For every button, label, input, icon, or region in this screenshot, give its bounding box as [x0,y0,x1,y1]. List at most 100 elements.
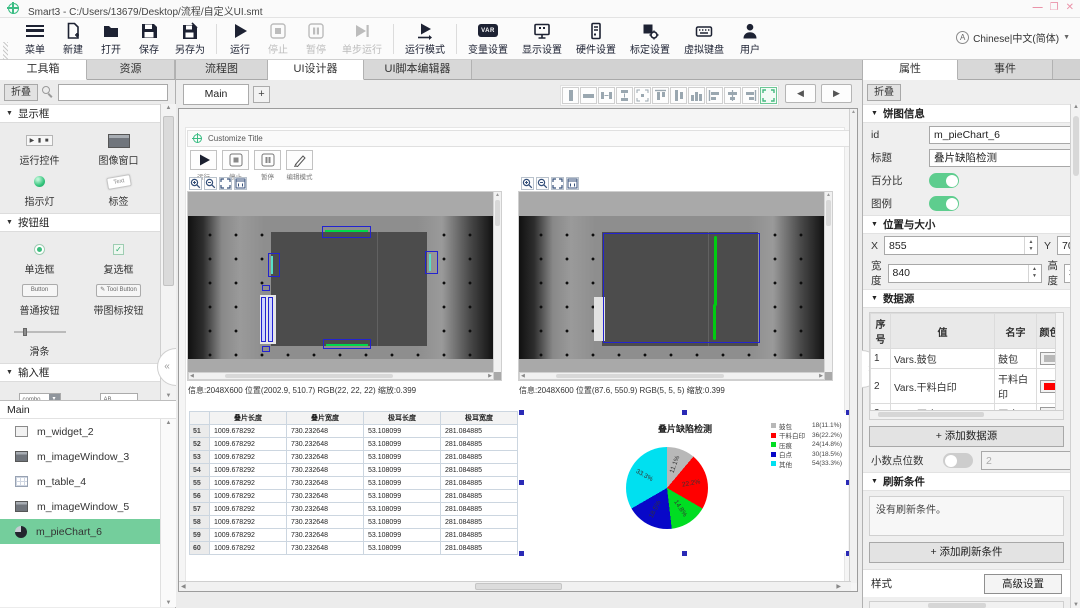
row-number-cell[interactable]: 58 [190,516,210,529]
column-header[interactable]: 极耳长度 [364,412,441,425]
tab-ui-designer[interactable]: UI设计器 [268,60,364,80]
tab-resources[interactable]: 资源 [87,60,175,79]
search-input[interactable] [58,84,168,101]
scroll-up-icon[interactable]: ▲ [161,420,176,426]
y-stepper[interactable]: ▲▼ [1057,236,1070,255]
ds-column-header[interactable]: 名字 [995,314,1037,349]
toolbar-button-open[interactable]: 打开 [92,21,130,56]
measurement-table-widget[interactable]: 叠片长度叠片宽度极耳长度极耳宽度 511009.678292730.232648… [189,411,518,555]
toolbar-button-var[interactable]: VAR变量设置 [461,21,515,56]
image-horizontal-scrollbar[interactable]: ◀▶ [188,372,494,380]
toolbar-button-keyboard[interactable]: 虚拟键盘 [677,21,731,56]
tree-item-m_imageWindow_5[interactable]: m_imageWindow_5 [0,494,160,519]
ds-column-header[interactable]: 值 [891,314,995,349]
image-window-right[interactable]: ▲ ◀▶ [518,191,833,381]
toolbar-button-menu[interactable]: 菜单 [16,21,54,56]
toolbar-button-calib[interactable]: 标定设置 [623,21,677,56]
toolbox-section-header[interactable]: ▼显示框 [0,104,160,123]
toolbox-item[interactable]: AB输入框 [79,392,158,400]
run-button[interactable] [190,150,217,170]
add-refresh-condition-button[interactable]: + 添加刷新条件 [869,542,1064,563]
tab-events[interactable]: 事件 [958,60,1053,79]
advanced-settings-button[interactable]: 高级设置 [984,574,1062,594]
decimal-stepper[interactable]: ▲▼ [981,451,1070,470]
add-page-button[interactable]: + [253,86,270,103]
tab-ui-script-editor[interactable]: UI脚本编辑器 [364,60,472,79]
scroll-down-icon[interactable]: ▼ [161,393,176,399]
panel-horizontal-scrollbar[interactable] [869,601,1064,608]
design-canvas[interactable]: Customize Title 运行停止暂停编辑模式 ▲ ◀▶ 信息:2048X… [178,108,858,592]
zoom-fit-button[interactable] [219,177,232,190]
section-pie-info[interactable]: ▼饼图信息 [863,104,1070,123]
align-button-align-top[interactable] [652,87,669,104]
toolbox-section-header[interactable]: ▼按钮组 [0,213,160,232]
align-button-space-vertical[interactable] [616,87,633,104]
row-number-cell[interactable]: 60 [190,542,210,555]
close-button[interactable]: ✕ [1066,2,1074,13]
row-number-cell[interactable]: 54 [190,464,210,477]
image-horizontal-scrollbar[interactable]: ◀▶ [519,372,825,380]
datasource-horizontal-scrollbar[interactable] [869,411,1064,420]
zoom-one-to-one-button[interactable] [566,177,579,190]
resize-handle[interactable] [519,551,524,556]
resize-handle[interactable] [519,480,524,485]
toolbar-button-user[interactable]: 用户 [731,21,769,56]
toolbar-button-saveas[interactable]: 另存为 [168,21,212,56]
toolbox-item[interactable]: 单选框 [0,242,79,276]
zoom-in-button[interactable] [521,177,534,190]
row-number-cell[interactable]: 59 [190,529,210,542]
nav-next-button[interactable]: ▶ [821,84,852,103]
column-header[interactable]: 叠片长度 [210,412,287,425]
toolbox-item[interactable]: ✎ Tool Button带图标按钮 [79,283,158,317]
nav-prev-button[interactable]: ◀ [785,84,816,103]
tree-item-m_pieChart_6[interactable]: m_pieChart_6 [0,519,160,544]
pause-button[interactable] [254,150,281,170]
stop-button[interactable] [222,150,249,170]
zoom-out-button[interactable] [204,177,217,190]
maximize-button[interactable]: ❐ [1050,2,1059,13]
datasource-vertical-scrollbar[interactable] [1055,313,1063,410]
pie-chart-widget[interactable]: 叠片缺陷检测 11.1%22.2%14.8%18.5%33.3% 鼓包18(11… [522,413,848,553]
tree-item-m_imageWindow_3[interactable]: m_imageWindow_3 [0,444,160,469]
toolbox-item[interactable]: ▶ ▮ ■运行控件 [0,133,79,167]
zoom-out-button[interactable] [536,177,549,190]
toolbar-button-step[interactable]: 单步运行 [335,21,389,56]
x-stepper[interactable]: ▲▼ [884,236,1038,255]
add-datasource-button[interactable]: + 添加数据源 [869,426,1064,447]
width-stepper[interactable]: ▲▼ [888,264,1042,283]
collapse-button[interactable]: 折叠 [4,84,38,101]
column-header[interactable]: 叠片宽度 [287,412,364,425]
row-number-cell[interactable]: 57 [190,503,210,516]
percent-toggle[interactable] [929,173,959,188]
canvas-vertical-scrollbar[interactable]: ▲ [849,109,857,583]
toolbox-item[interactable]: combo▾组合框 [0,392,79,400]
tree-item-m_widget_2[interactable]: m_widget_2 [0,419,160,444]
section-datasource[interactable]: ▼数据源 [863,289,1070,308]
decimal-toggle[interactable] [943,453,973,468]
legend-toggle[interactable] [929,196,959,211]
toolbar-button-runmode[interactable]: 运行模式 [398,21,452,56]
align-button-align-v-center[interactable] [562,87,579,104]
panel-vertical-scrollbar[interactable]: ▲▼ [1070,104,1080,608]
resize-handle[interactable] [682,551,687,556]
row-number-cell[interactable]: 51 [190,425,210,438]
resize-handle[interactable] [519,410,524,415]
tree-item-m_table_4[interactable]: m_table_4 [0,469,160,494]
ds-column-header[interactable]: 序号 [871,314,891,349]
tree-scrollbar[interactable]: ▲ ▼ [160,419,176,607]
toolbar-button-hardware[interactable]: 硬件设置 [569,21,623,56]
section-geometry[interactable]: ▼位置与大小 [863,215,1070,234]
align-button-align-left[interactable] [706,87,723,104]
toolbar-button-save[interactable]: 保存 [130,21,168,56]
align-button-align-h-center[interactable] [580,87,597,104]
toolbar-button-stop[interactable]: 停止 [259,21,297,56]
align-button-expand[interactable] [634,87,651,104]
row-number-cell[interactable]: 56 [190,490,210,503]
image-window-left[interactable]: ▲ ◀▶ [187,191,502,381]
column-header[interactable]: 极耳宽度 [441,412,518,425]
toolbar-button-display[interactable]: 显示设置 [515,21,569,56]
datasource-row[interactable]: 3Vars.压痕压痕 [871,404,1063,412]
image-vertical-scrollbar[interactable]: ▲ [493,192,501,372]
tab-flowchart[interactable]: 流程图 [176,60,268,79]
language-selector[interactable]: A Chinese|中文(简体) ▼ [956,30,1070,45]
